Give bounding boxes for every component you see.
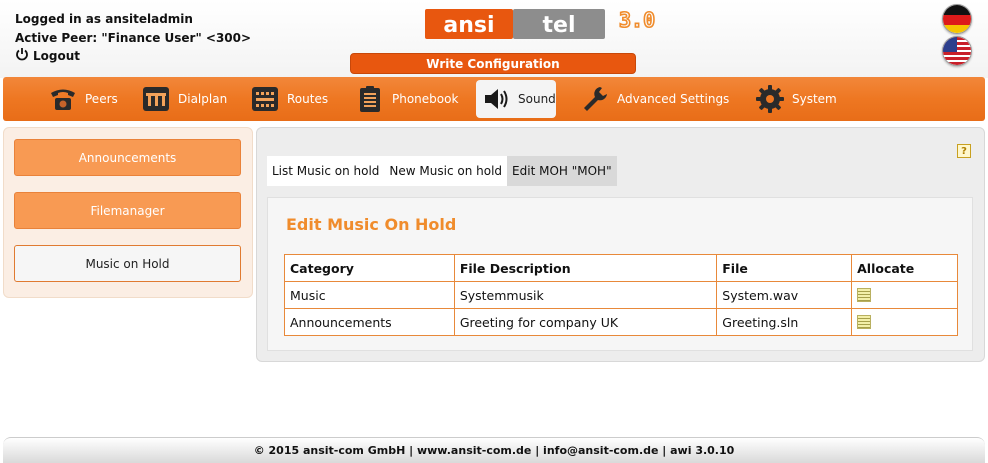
header: Logged in as ansiteladmin Active Peer: "… xyxy=(0,0,988,78)
dialplan-icon xyxy=(140,83,172,115)
german-flag-icon[interactable] xyxy=(942,4,972,34)
main-panel: ? List Music on hold New Music on hold E… xyxy=(256,127,985,362)
nav-peers-label: Peers xyxy=(85,92,118,106)
us-flag-icon[interactable] xyxy=(942,36,972,66)
column-header-file-description: File Description xyxy=(453,254,718,282)
nav-phonebook[interactable]: Phonebook xyxy=(348,80,464,118)
routes-icon xyxy=(249,83,281,115)
logo-tel-text: tel xyxy=(543,13,576,38)
nav-advanced-settings-label: Advanced Settings xyxy=(617,92,730,106)
cell-allocate xyxy=(851,281,958,309)
nav-system[interactable]: System xyxy=(748,80,843,118)
cell-file: System.wav xyxy=(716,281,853,309)
cell-file-description: Systemmusik xyxy=(453,281,718,309)
power-icon xyxy=(15,47,29,64)
nav-sound[interactable]: Sound xyxy=(476,80,556,118)
nav-phonebook-label: Phonebook xyxy=(392,92,459,106)
sidebar-item-music-on-hold[interactable]: Music on Hold xyxy=(14,245,241,282)
sidebar-item-filemanager[interactable]: Filemanager xyxy=(14,192,241,229)
column-header-category: Category xyxy=(284,254,455,282)
moh-table: Category File Description File Allocate … xyxy=(284,254,958,336)
cell-file-description: Greeting for company UK xyxy=(453,308,718,336)
logo-version-text: 3.0 xyxy=(619,8,655,32)
logged-in-text: Logged in as ansiteladmin xyxy=(15,12,193,26)
nav-advanced-settings[interactable]: Advanced Settings xyxy=(573,80,735,118)
column-header-allocate: Allocate xyxy=(851,254,958,282)
table-row: Music Systemmusik System.wav xyxy=(284,281,958,309)
allocate-icon[interactable] xyxy=(857,315,872,329)
tab-list-music-on-hold[interactable]: List Music on hold xyxy=(267,156,385,186)
cell-category: Announcements xyxy=(284,308,455,336)
tab-edit-moh[interactable]: Edit MOH "MOH" xyxy=(507,156,617,186)
phonebook-icon xyxy=(354,83,386,115)
logo-ansi-text: ansi xyxy=(443,13,494,38)
tab-new-music-on-hold[interactable]: New Music on hold xyxy=(384,156,508,186)
nav-peers[interactable]: Peers xyxy=(41,80,124,118)
sidebar: Announcements Filemanager Music on Hold xyxy=(3,127,253,298)
ansitel-logo: ansi tel 3.0 xyxy=(425,7,687,41)
sidebar-item-announcements[interactable]: Announcements xyxy=(14,139,241,176)
speaker-icon xyxy=(482,83,512,115)
cell-allocate xyxy=(851,308,958,336)
cell-category: Music xyxy=(284,281,455,309)
login-info: Logged in as ansiteladmin Active Peer: "… xyxy=(15,10,251,48)
nav-routes-label: Routes xyxy=(287,92,329,106)
table-header-row: Category File Description File Allocate xyxy=(284,254,958,282)
table-row: Announcements Greeting for company UK Gr… xyxy=(284,308,958,336)
main-navigation: Peers Dialplan Routes Phonebook Sound Ad… xyxy=(3,77,985,121)
cell-file: Greeting.sln xyxy=(716,308,853,336)
nav-sound-label: Sound xyxy=(518,92,556,106)
nav-dialplan-label: Dialplan xyxy=(178,92,228,106)
tab-bar: List Music on hold New Music on hold Edi… xyxy=(267,156,617,186)
nav-system-label: System xyxy=(792,92,837,106)
allocate-icon[interactable] xyxy=(857,288,872,302)
column-header-file: File xyxy=(716,254,853,282)
footer: © 2015 ansit-com GmbH | www.ansit-com.de… xyxy=(3,437,985,463)
write-configuration-button[interactable]: Write Configuration xyxy=(350,53,636,74)
help-icon[interactable]: ? xyxy=(957,144,971,158)
active-peer-text: Active Peer: "Finance User" <300> xyxy=(15,31,252,45)
page-title: Edit Music On Hold xyxy=(286,215,457,234)
nav-routes[interactable]: Routes xyxy=(243,80,334,118)
logout-label: Logout xyxy=(33,48,81,63)
gear-icon xyxy=(754,83,786,115)
edit-moh-content: Edit Music On Hold Category File Descrip… xyxy=(267,197,973,351)
phone-icon xyxy=(47,83,79,115)
wrench-icon xyxy=(579,83,611,115)
nav-dialplan[interactable]: Dialplan xyxy=(134,80,233,118)
logout-link[interactable]: Logout xyxy=(15,47,80,64)
